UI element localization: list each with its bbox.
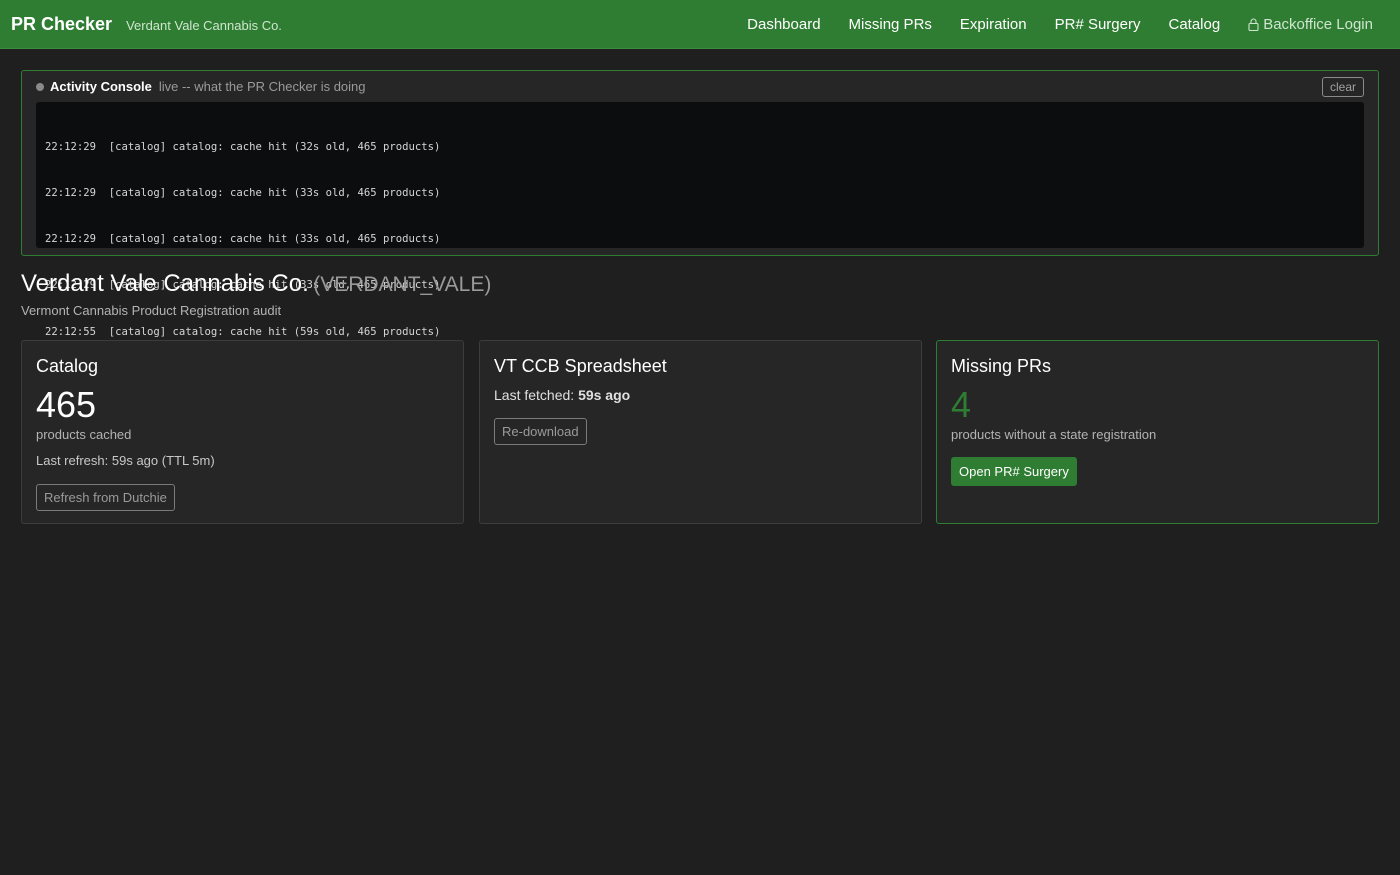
missing-prs-count: 4 — [951, 384, 972, 425]
main-nav: Dashboard Missing PRs Expiration PR# Sur… — [719, 16, 1389, 33]
catalog-card: Catalog 465 products cached Last refresh… — [21, 340, 464, 524]
nav-pr-surgery[interactable]: PR# Surgery — [1055, 16, 1141, 33]
last-fetched-value: 59s ago — [578, 387, 631, 403]
open-pr-surgery-button[interactable]: Open PR# Surgery — [951, 456, 1077, 486]
nav-dashboard[interactable]: Dashboard — [747, 16, 820, 33]
lock-icon — [1248, 17, 1259, 31]
last-fetched: Last fetched: 59s ago — [494, 387, 907, 403]
refresh-from-dutchie-button[interactable]: Refresh from Dutchie — [36, 483, 175, 511]
login-label: Backoffice Login — [1263, 15, 1373, 33]
nav-catalog[interactable]: Catalog — [1168, 16, 1220, 33]
log-line: 22:12:55 [catalog] catalog: cache hit (5… — [45, 325, 441, 338]
missing-prs-card: Missing PRs 4 products without a state r… — [936, 340, 1379, 524]
app-title[interactable]: PR Checker — [11, 14, 112, 35]
re-download-button[interactable]: Re-download — [494, 418, 587, 445]
log-line: 22:12:29 [catalog] catalog: cache hit (3… — [45, 187, 441, 200]
last-fetched-label: Last fetched: — [494, 387, 575, 403]
catalog-refresh-text: Last refresh: 59s ago (TTL 5m) — [36, 452, 215, 468]
log-line: 22:12:29 [catalog] catalog: cache hit (3… — [45, 233, 441, 246]
spreadsheet-card-title: VT CCB Spreadsheet — [494, 356, 667, 376]
page-title: Verdant Vale Cannabis Co. — [21, 270, 309, 297]
status-dot-icon — [36, 82, 44, 91]
spreadsheet-card: VT CCB Spreadsheet Last fetched: 59s ago… — [479, 340, 922, 524]
page-subtitle: Vermont Cannabis Product Registration au… — [21, 303, 282, 318]
console-log[interactable]: 22:12:29 [catalog] catalog: cache hit (3… — [36, 102, 1364, 338]
org-header: Verdant Vale Cannabis Co. (VERDANT_VALE)… — [21, 270, 491, 318]
nav-expiration[interactable]: Expiration — [960, 16, 1027, 33]
top-navbar: PR Checker Verdant Vale Cannabis Co. Das… — [0, 0, 1400, 49]
catalog-count: 465 — [36, 384, 97, 425]
log-line: 22:12:29 [catalog] catalog: cache hit (3… — [45, 140, 441, 153]
missing-prs-card-title: Missing PRs — [951, 356, 1052, 376]
clear-button[interactable]: clear — [1321, 76, 1364, 97]
console-header: Activity Console live -- what the PR Che… — [22, 71, 1378, 102]
activity-console: Activity Console live -- what the PR Che… — [21, 70, 1379, 338]
nav-missing-prs[interactable]: Missing PRs — [849, 16, 932, 33]
catalog-card-title: Catalog — [36, 356, 99, 376]
missing-prs-count-label: products without a state registration — [951, 426, 1157, 442]
org-name-header: Verdant Vale Cannabis Co. — [126, 17, 282, 33]
org-code: (VERDANT_VALE) — [313, 273, 492, 296]
console-subtitle: live -- what the PR Checker is doing — [158, 79, 366, 94]
backoffice-login-link[interactable]: Backoffice Login — [1248, 16, 1373, 33]
console-title: Activity Console — [50, 79, 152, 94]
catalog-count-label: products cached — [36, 426, 132, 442]
